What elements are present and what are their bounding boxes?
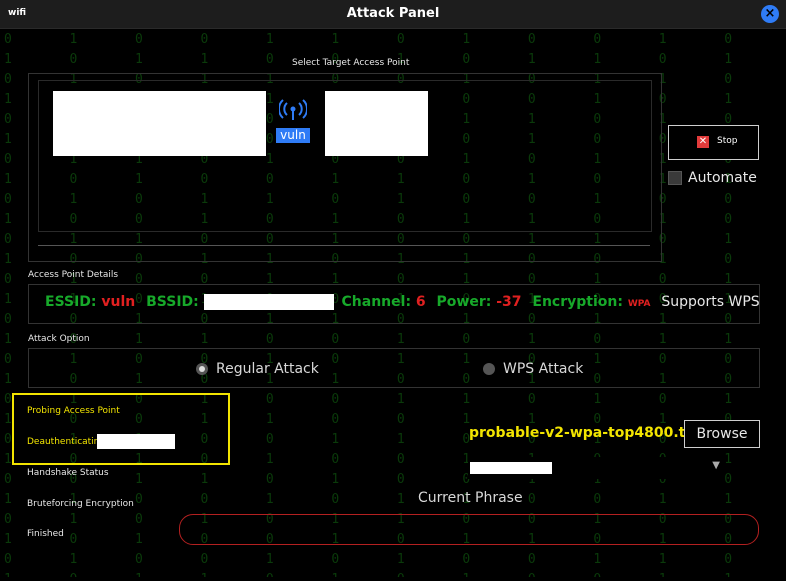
regular-attack-radio-dot[interactable]	[196, 363, 208, 375]
ap-details-label: Access Point Details	[28, 270, 119, 280]
automate-toggle[interactable]: Automate	[668, 170, 757, 186]
wordlist-filename: probable-v2-wpa-top4800.txt	[469, 425, 702, 441]
attack-option-frame	[28, 348, 760, 388]
title-bar: wifi Attack Panel ×	[0, 0, 786, 29]
window-title: Attack Panel	[346, 6, 440, 21]
wps-attack-radio-dot[interactable]	[483, 363, 495, 375]
current-phrase-label: Current Phrase	[418, 490, 523, 506]
target-redacted-box-left[interactable]	[53, 91, 266, 156]
target-list-scrollbar[interactable]	[38, 245, 650, 246]
target-section-label: Select Target Access Point	[292, 58, 410, 68]
target-redacted-box-right[interactable]	[325, 91, 428, 156]
attack-option-label: Attack Option	[28, 334, 90, 344]
status-handshake: Handshake Status	[27, 468, 109, 478]
close-button[interactable]: ×	[761, 5, 779, 23]
target-ap-essid-tag[interactable]: vuln	[276, 128, 310, 143]
power-label: Power:	[436, 294, 492, 310]
power-value: -37	[496, 294, 522, 310]
deauth-target-redacted	[97, 434, 175, 449]
encryption-value: WPA	[627, 299, 651, 309]
wifi-ap-icon	[279, 99, 307, 120]
bssid-value-redacted	[203, 294, 334, 310]
interface-select-value-redacted	[470, 462, 552, 474]
status-probing: Probing Access Point	[27, 406, 120, 416]
current-phrase-field[interactable]	[179, 514, 759, 545]
active-status-highlight	[12, 393, 230, 465]
stop-icon: ✕	[697, 136, 709, 148]
bssid-label: BSSID:	[146, 294, 199, 310]
wps-attack-radio[interactable]: WPS Attack	[483, 361, 583, 377]
essid-label: ESSID:	[45, 294, 97, 310]
regular-attack-radio[interactable]: Regular Attack	[196, 361, 319, 377]
regular-attack-label: Regular Attack	[216, 361, 319, 377]
interface-select[interactable]: ▼	[468, 457, 724, 479]
essid-value: vuln	[101, 294, 136, 310]
channel-label: Channel:	[341, 294, 412, 310]
ap-details-row: ESSID: vuln BSSID: Channel: 6 Power: -37…	[45, 294, 760, 310]
automate-checkbox[interactable]	[668, 171, 682, 185]
browse-button[interactable]: Browse	[684, 420, 760, 448]
wps-attack-label: WPS Attack	[503, 361, 584, 377]
wps-support-text: Supports WPS	[661, 294, 760, 310]
stop-button-label: Stop	[717, 136, 738, 146]
stop-button[interactable]: ✕ Stop	[668, 125, 759, 160]
chevron-down-icon[interactable]: ▼	[712, 460, 720, 471]
status-deauth: Deauthenticating	[27, 437, 106, 447]
status-finished: Finished	[27, 529, 64, 539]
status-bruteforce: Bruteforcing Encryption	[27, 499, 134, 509]
automate-label: Automate	[688, 170, 757, 186]
encryption-label: Encryption:	[532, 294, 623, 310]
channel-value: 6	[415, 294, 426, 310]
